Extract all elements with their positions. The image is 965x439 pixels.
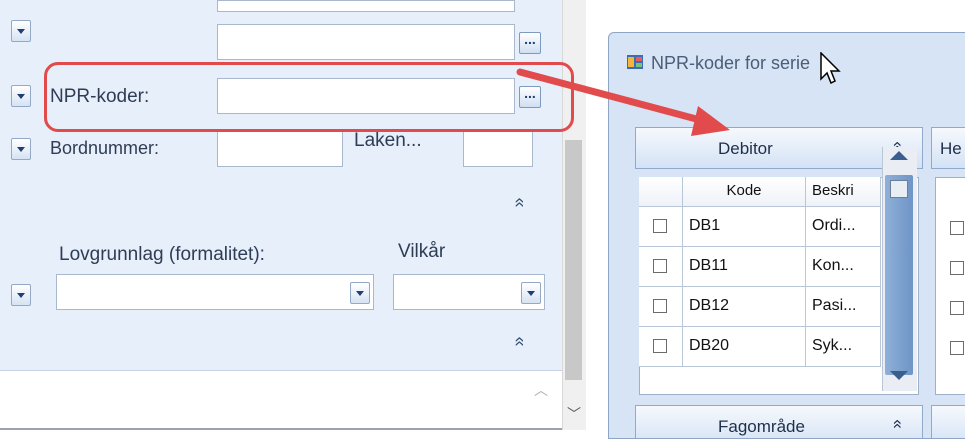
table-row-check-cell bbox=[639, 287, 683, 327]
row-checkbox[interactable] bbox=[950, 261, 964, 275]
npr-koder-dialog: NPR-koder for serie Debitor » He Kode Be… bbox=[608, 32, 965, 439]
table-row-beskrivelse[interactable]: Kon... bbox=[806, 247, 881, 287]
table-row-check-cell bbox=[639, 207, 683, 247]
grid-header-check bbox=[639, 177, 683, 207]
grid-header-kode[interactable]: Kode bbox=[683, 177, 806, 207]
divider bbox=[0, 428, 585, 430]
scroll-up-icon[interactable]: ︿ bbox=[534, 380, 548, 400]
collapse-chevron-icon-2[interactable]: » bbox=[509, 336, 530, 346]
debitor-group-header[interactable]: Debitor » bbox=[635, 127, 923, 169]
vilkar-label: Vilkår bbox=[398, 241, 446, 262]
row-checkbox[interactable] bbox=[950, 301, 964, 315]
combo-dropdown-button-3[interactable] bbox=[11, 138, 31, 160]
grid-header-beskrivelse[interactable]: Beskri bbox=[806, 177, 881, 207]
grid-scroll-up-icon[interactable] bbox=[890, 151, 908, 160]
table-row-kode[interactable]: DB1 bbox=[683, 207, 806, 247]
dialog-title: NPR-koder for serie bbox=[651, 53, 811, 73]
table-row-kode[interactable]: DB20 bbox=[683, 327, 806, 367]
top-textbox[interactable] bbox=[217, 0, 515, 12]
highlight-annotation bbox=[44, 62, 574, 132]
fagomrade-header-label: Fagområde bbox=[718, 417, 805, 436]
unnamed-textbox[interactable] bbox=[217, 24, 515, 60]
collapse-chevron-icon[interactable]: » bbox=[509, 197, 530, 207]
table-row-kode[interactable]: DB11 bbox=[683, 247, 806, 287]
bordnummer-input[interactable] bbox=[217, 131, 343, 167]
mouse-cursor-icon bbox=[820, 52, 841, 85]
row-checkbox[interactable] bbox=[950, 221, 964, 235]
next-group-header-2[interactable] bbox=[931, 405, 965, 438]
bordnummer-label: Bordnummer: bbox=[50, 138, 160, 158]
combo-dropdown-button-2[interactable] bbox=[11, 85, 31, 107]
grid-scrollbar-grip-icon bbox=[890, 180, 908, 198]
row-checkbox[interactable] bbox=[653, 219, 667, 233]
bottom-strip bbox=[0, 370, 562, 429]
second-grid bbox=[935, 177, 965, 395]
window-icon bbox=[627, 55, 643, 69]
row-checkbox[interactable] bbox=[950, 341, 964, 355]
table-row-kode[interactable]: DB12 bbox=[683, 287, 806, 327]
lovgrunnlag-label: Lovgrunnlag (formalitet): bbox=[59, 244, 265, 265]
lovgrunnlag-dropdown-button[interactable] bbox=[350, 282, 370, 304]
next-group-header[interactable]: He bbox=[931, 127, 965, 169]
debitor-header-label: Debitor bbox=[718, 139, 773, 158]
row-checkbox[interactable] bbox=[653, 259, 667, 273]
table-row-beskrivelse[interactable]: Pasi... bbox=[806, 287, 881, 327]
table-row-beskrivelse[interactable]: Ordi... bbox=[806, 207, 881, 247]
panel-scrollbar-thumb[interactable] bbox=[565, 140, 582, 380]
grid-scroll-down-icon[interactable] bbox=[890, 371, 908, 380]
grid-scrollbar-thumb[interactable] bbox=[885, 175, 913, 375]
scroll-down-icon[interactable]: ﹀ bbox=[567, 404, 581, 424]
table-row-beskrivelse[interactable]: Syk... bbox=[806, 327, 881, 367]
fagomrade-group-header[interactable]: Fagområde » bbox=[635, 405, 923, 438]
next-group-header-label: He bbox=[940, 139, 962, 158]
table-row-check-cell bbox=[639, 327, 683, 367]
laken-label: Laken... bbox=[354, 130, 422, 151]
combo-dropdown-button-4[interactable] bbox=[11, 284, 31, 306]
combo-dropdown-button-1[interactable] bbox=[11, 20, 31, 42]
row-checkbox[interactable] bbox=[653, 299, 667, 313]
laken-input[interactable] bbox=[463, 131, 533, 167]
collapse-chevron-icon-4[interactable]: » bbox=[887, 419, 907, 428]
table-row-check-cell bbox=[639, 247, 683, 287]
row-checkbox[interactable] bbox=[653, 339, 667, 353]
vilkar-dropdown-button[interactable] bbox=[521, 282, 541, 304]
browse-button-1[interactable]: ... bbox=[519, 32, 541, 54]
lovgrunnlag-select[interactable] bbox=[56, 274, 374, 310]
